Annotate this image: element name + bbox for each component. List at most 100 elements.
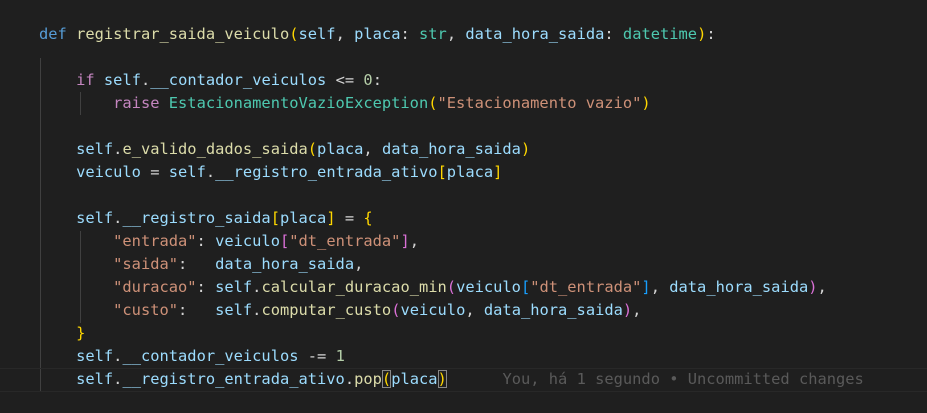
- code-token: __registro_saida: [122, 209, 271, 227]
- code-token: =: [335, 209, 364, 227]
- code-token: ): [622, 301, 633, 319]
- code-token: ): [437, 370, 447, 388]
- code-token: placa: [391, 370, 438, 388]
- code-token: ,: [335, 25, 355, 43]
- code-token: self: [168, 163, 206, 181]
- code-token: self: [76, 347, 114, 365]
- code-token: computar_custo: [261, 301, 392, 319]
- code-token: veiculo: [215, 232, 280, 250]
- code-token: (: [289, 25, 299, 43]
- code-token: ,: [650, 278, 670, 296]
- code-token: ]: [400, 232, 410, 250]
- code-token: [: [270, 209, 280, 227]
- code-token: =: [140, 163, 169, 181]
- code-line-12[interactable]: "duracao": self.calcular_duracao_min(vei…: [0, 276, 827, 299]
- code-token: ): [808, 278, 818, 296]
- code-token: (: [446, 278, 457, 296]
- code-token: :: [604, 25, 623, 43]
- code-line-13[interactable]: "custo": self.computar_custo(veiculo, da…: [0, 299, 641, 322]
- code-token: self: [215, 278, 253, 296]
- code-token: "dt_entrada": [289, 232, 401, 250]
- code-token: data_hora_saida: [483, 301, 623, 319]
- code-token: ,: [632, 301, 642, 319]
- code-token: self: [215, 301, 253, 319]
- code-token: .: [344, 370, 355, 388]
- code-token: ]: [326, 209, 336, 227]
- code-token: "entrada": [113, 232, 197, 250]
- code-token: data_hora_saida: [381, 140, 521, 158]
- code-token: str: [419, 25, 447, 43]
- code-line-14[interactable]: }: [0, 322, 85, 345]
- code-token: ,: [817, 278, 827, 296]
- code-line-10[interactable]: "entrada": veiculo["dt_entrada"],: [0, 230, 419, 253]
- code-token: placa: [317, 140, 364, 158]
- code-token: __contador_veiculos: [122, 347, 299, 365]
- git-blame-annotation: You, há 1 segundo • Uncommitted changes: [502, 370, 864, 388]
- code-token: raise: [113, 94, 160, 112]
- code-token: "custo": [113, 301, 179, 319]
- code-token: self: [76, 370, 114, 388]
- code-token: placa: [446, 163, 494, 181]
- code-token: __contador_veiculos: [150, 71, 327, 89]
- code-line-4[interactable]: raise EstacionamentoVazioException("Esta…: [0, 92, 651, 115]
- code-line-6[interactable]: self.e_valido_dados_saida(placa, data_ho…: [0, 138, 530, 161]
- code-token: data_hora_saida: [669, 278, 809, 296]
- code-token: pop: [354, 370, 382, 388]
- code-token: datetime: [622, 25, 698, 43]
- code-token: :: [706, 25, 716, 43]
- code-token: ]: [641, 278, 651, 296]
- code-token: ,: [354, 255, 364, 273]
- code-token: 1: [335, 347, 345, 365]
- code-token: (: [307, 140, 318, 158]
- code-token: [: [437, 163, 447, 181]
- code-line-1[interactable]: def registrar_saida_veiculo(self, placa:…: [0, 23, 716, 46]
- code-line-9[interactable]: self.__registro_saida[placa] = {: [0, 207, 373, 230]
- code-token: self: [298, 25, 336, 43]
- code-line-7[interactable]: veiculo = self.__registro_entrada_ativo[…: [0, 161, 502, 184]
- code-token: def: [39, 25, 67, 43]
- code-token: .: [140, 71, 151, 89]
- code-token: <=: [326, 71, 364, 89]
- code-token: :: [178, 255, 216, 273]
- code-token: placa: [354, 25, 401, 43]
- code-line-2[interactable]: [0, 46, 39, 69]
- code-line-8[interactable]: [0, 184, 39, 207]
- code-token: registrar_saida_veiculo: [76, 25, 290, 43]
- code-token: veiculo: [456, 278, 521, 296]
- code-line-11[interactable]: "saida": data_hora_saida,: [0, 253, 363, 276]
- code-token: {: [363, 209, 373, 227]
- code-token: __registro_entrada_ativo: [215, 163, 438, 181]
- code-token: :: [196, 278, 216, 296]
- code-editor[interactable]: def registrar_saida_veiculo(self, placa:…: [0, 0, 927, 413]
- code-token: .: [205, 163, 216, 181]
- code-token: "Estacionamento vazio": [437, 94, 642, 112]
- code-line-15[interactable]: self.__contador_veiculos -= 1: [0, 345, 345, 368]
- code-line-5[interactable]: [0, 115, 39, 138]
- code-token: calcular_duracao_min: [261, 278, 447, 296]
- code-token: :: [196, 232, 216, 250]
- code-token: "dt_entrada": [530, 278, 642, 296]
- code-token: veiculo: [76, 163, 141, 181]
- code-token: ): [641, 94, 651, 112]
- code-token: (: [381, 370, 392, 388]
- code-line-3[interactable]: if self.__contador_veiculos <= 0:: [0, 69, 382, 92]
- code-token: -=: [298, 347, 336, 365]
- code-token: [: [279, 232, 290, 250]
- code-token: EstacionamentoVazioException: [168, 94, 429, 112]
- code-line-16[interactable]: self.__registro_entrada_ativo.pop(placa)…: [0, 368, 927, 392]
- code-token: placa: [279, 209, 327, 227]
